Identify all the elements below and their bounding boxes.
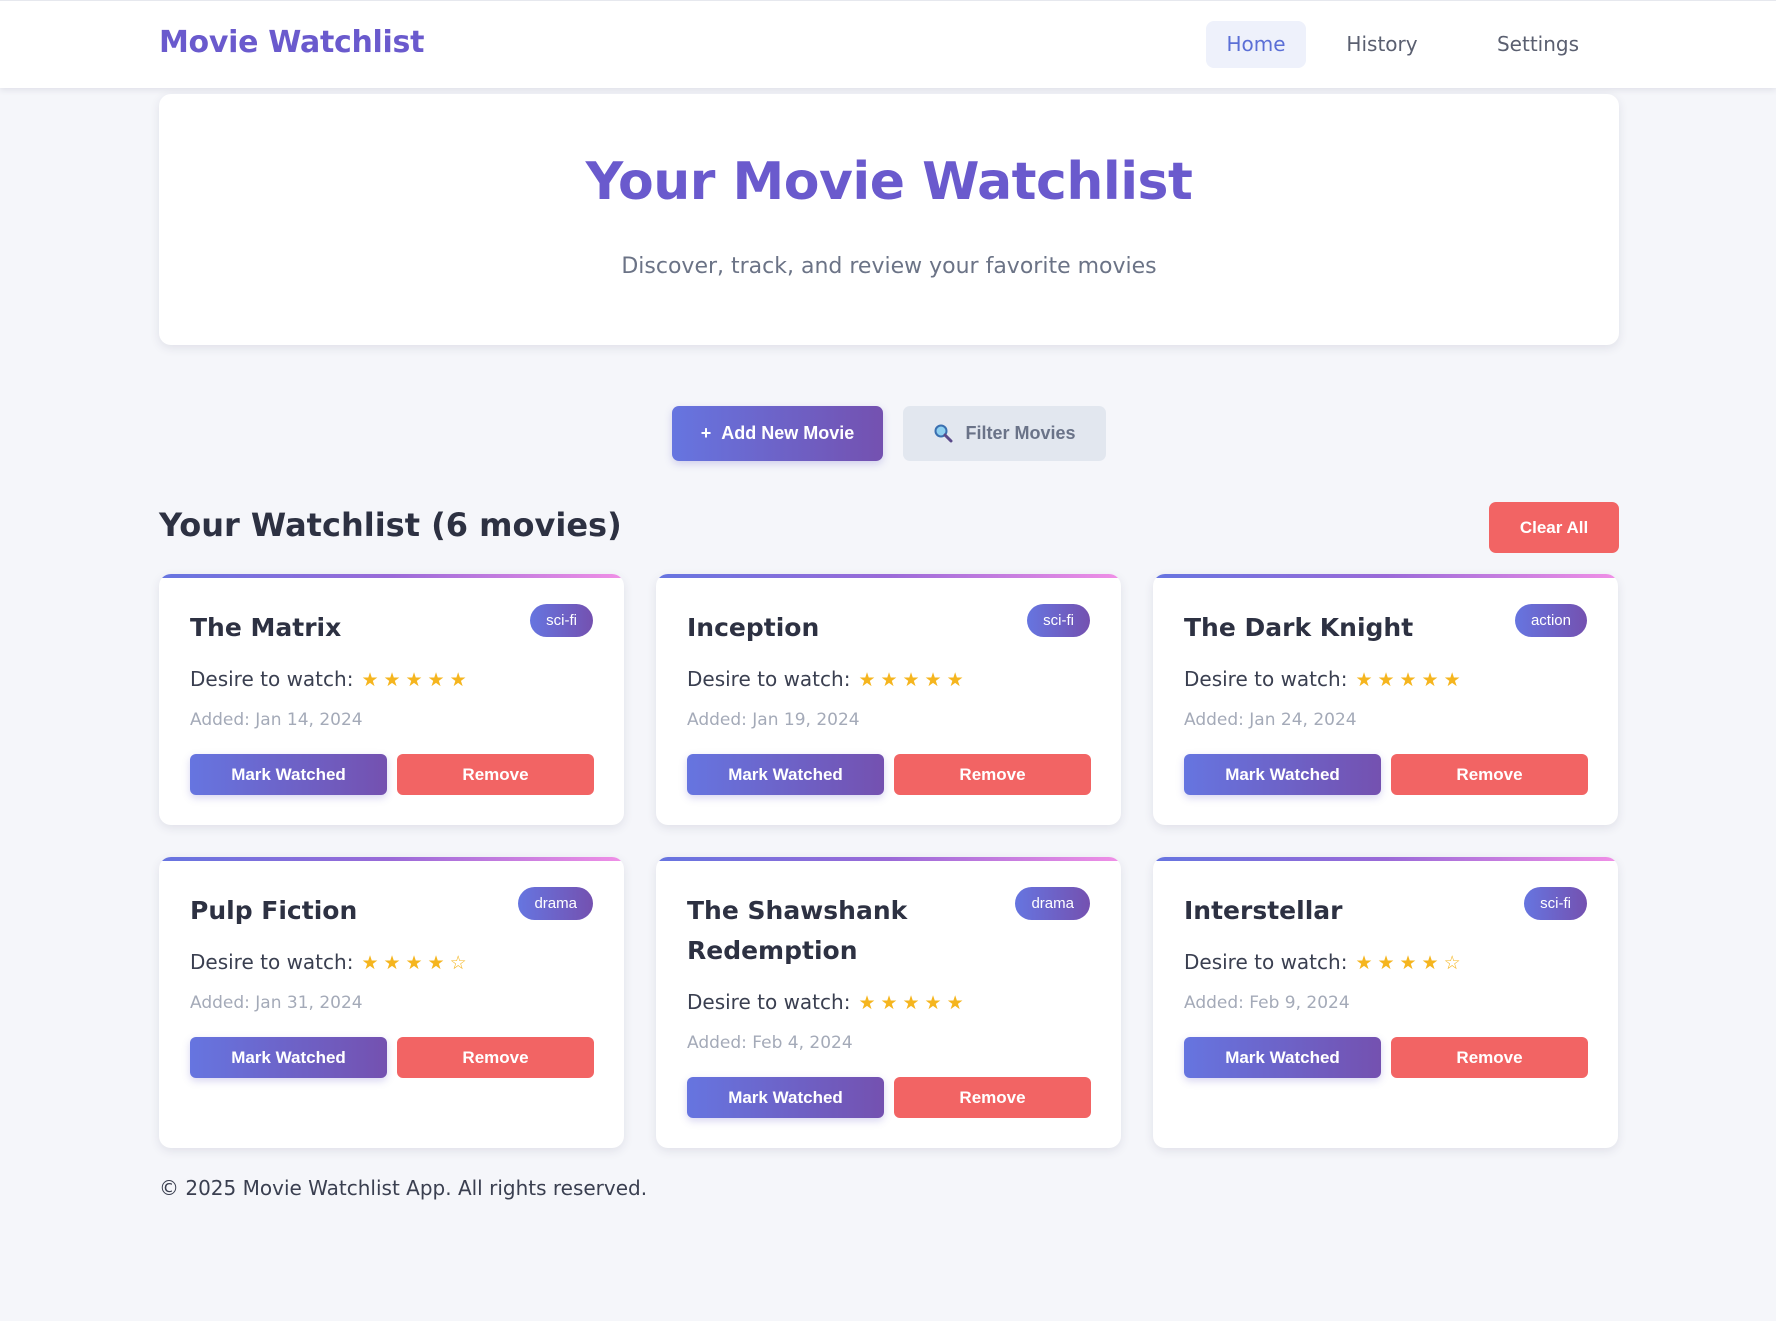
star-rating-icon: ★★★★★ <box>361 669 472 691</box>
movie-title: The Dark Knight <box>1184 613 1414 642</box>
nav-history[interactable]: History <box>1324 21 1440 68</box>
remove-button[interactable]: Remove <box>397 754 594 795</box>
hero-panel: Your Movie Watchlist Discover, track, an… <box>159 94 1619 345</box>
remove-button[interactable]: Remove <box>397 1037 594 1078</box>
remove-button[interactable]: Remove <box>1391 754 1588 795</box>
star-rating-icon: ★★★★☆ <box>361 952 472 974</box>
movie-card: The Shawshank Redemption drama Desire to… <box>656 857 1121 1148</box>
watchlist-heading: Your Watchlist (6 movies) <box>159 506 622 544</box>
remove-button[interactable]: Remove <box>894 754 1091 795</box>
movie-card: The Dark Knight action Desire to watch: ★… <box>1153 574 1618 825</box>
remove-button[interactable]: Remove <box>894 1077 1091 1118</box>
desire-label: Desire to watch: <box>190 950 354 974</box>
desire-rating: Desire to watch: ★★★★★ <box>687 990 969 1014</box>
genre-badge: sci-fi <box>530 604 593 637</box>
mark-watched-button[interactable]: Mark Watched <box>190 754 387 795</box>
mark-watched-button[interactable]: Mark Watched <box>687 754 884 795</box>
brand-logo[interactable]: Movie Watchlist <box>159 25 424 60</box>
added-date: Added: Jan 14, 2024 <box>190 710 363 730</box>
added-date: Added: Jan 19, 2024 <box>687 710 860 730</box>
star-rating-icon: ★★★★☆ <box>1355 952 1466 974</box>
movie-title: Pulp Fiction <box>190 896 358 925</box>
desire-rating: Desire to watch: ★★★★★ <box>687 667 969 691</box>
added-date: Added: Feb 9, 2024 <box>1184 993 1350 1013</box>
search-icon <box>934 424 953 443</box>
hero-title: Your Movie Watchlist <box>585 152 1193 212</box>
add-movie-button[interactable]: + Add New Movie <box>672 406 883 461</box>
add-movie-label: Add New Movie <box>721 423 855 443</box>
desire-label: Desire to watch: <box>190 667 354 691</box>
footer-copyright: © 2025 Movie Watchlist App. All rights r… <box>159 1176 648 1200</box>
hero-subtitle: Discover, track, and review your favorit… <box>621 254 1157 279</box>
desire-rating: Desire to watch: ★★★★☆ <box>1184 950 1466 974</box>
added-date: Added: Feb 4, 2024 <box>687 1033 853 1053</box>
movie-title: Interstellar <box>1184 896 1343 925</box>
genre-badge: sci-fi <box>1027 604 1090 637</box>
plus-icon: + <box>700 423 712 443</box>
mark-watched-button[interactable]: Mark Watched <box>687 1077 884 1118</box>
genre-badge: drama <box>1015 887 1090 920</box>
star-rating-icon: ★★★★★ <box>858 992 969 1014</box>
movie-card: Pulp Fiction drama Desire to watch: ★★★★☆… <box>159 857 624 1148</box>
star-rating-icon: ★★★★★ <box>1355 669 1466 691</box>
desire-rating: Desire to watch: ★★★★☆ <box>190 950 472 974</box>
movie-card: Inception sci-fi Desire to watch: ★★★★★ A… <box>656 574 1121 825</box>
added-date: Added: Jan 31, 2024 <box>190 993 363 1013</box>
desire-rating: Desire to watch: ★★★★★ <box>1184 667 1466 691</box>
desire-label: Desire to watch: <box>1184 667 1348 691</box>
desire-label: Desire to watch: <box>687 990 851 1014</box>
movie-title: The Shawshank Redemption <box>687 896 908 965</box>
remove-button[interactable]: Remove <box>1391 1037 1588 1078</box>
desire-label: Desire to watch: <box>1184 950 1348 974</box>
movie-title: The Matrix <box>190 613 342 642</box>
mark-watched-button[interactable]: Mark Watched <box>1184 1037 1381 1078</box>
movie-card: The Matrix sci-fi Desire to watch: ★★★★★ … <box>159 574 624 825</box>
star-rating-icon: ★★★★★ <box>858 669 969 691</box>
desire-rating: Desire to watch: ★★★★★ <box>190 667 472 691</box>
filter-movies-label: Filter Movies <box>965 423 1076 443</box>
genre-badge: action <box>1514 604 1587 637</box>
movie-title: Inception <box>687 613 820 642</box>
filter-movies-button[interactable]: Filter Movies <box>903 406 1106 461</box>
mark-watched-button[interactable]: Mark Watched <box>1184 754 1381 795</box>
top-navbar: Movie Watchlist Home History Settings <box>0 0 1776 88</box>
genre-badge: drama <box>518 887 593 920</box>
clear-all-button[interactable]: Clear All <box>1489 502 1619 553</box>
added-date: Added: Jan 24, 2024 <box>1184 710 1357 730</box>
movie-card: Interstellar sci-fi Desire to watch: ★★★★… <box>1153 857 1618 1148</box>
desire-label: Desire to watch: <box>687 667 851 691</box>
nav-settings[interactable]: Settings <box>1474 21 1602 68</box>
nav-home[interactable]: Home <box>1206 21 1306 68</box>
mark-watched-button[interactable]: Mark Watched <box>190 1037 387 1078</box>
genre-badge: sci-fi <box>1524 887 1587 920</box>
